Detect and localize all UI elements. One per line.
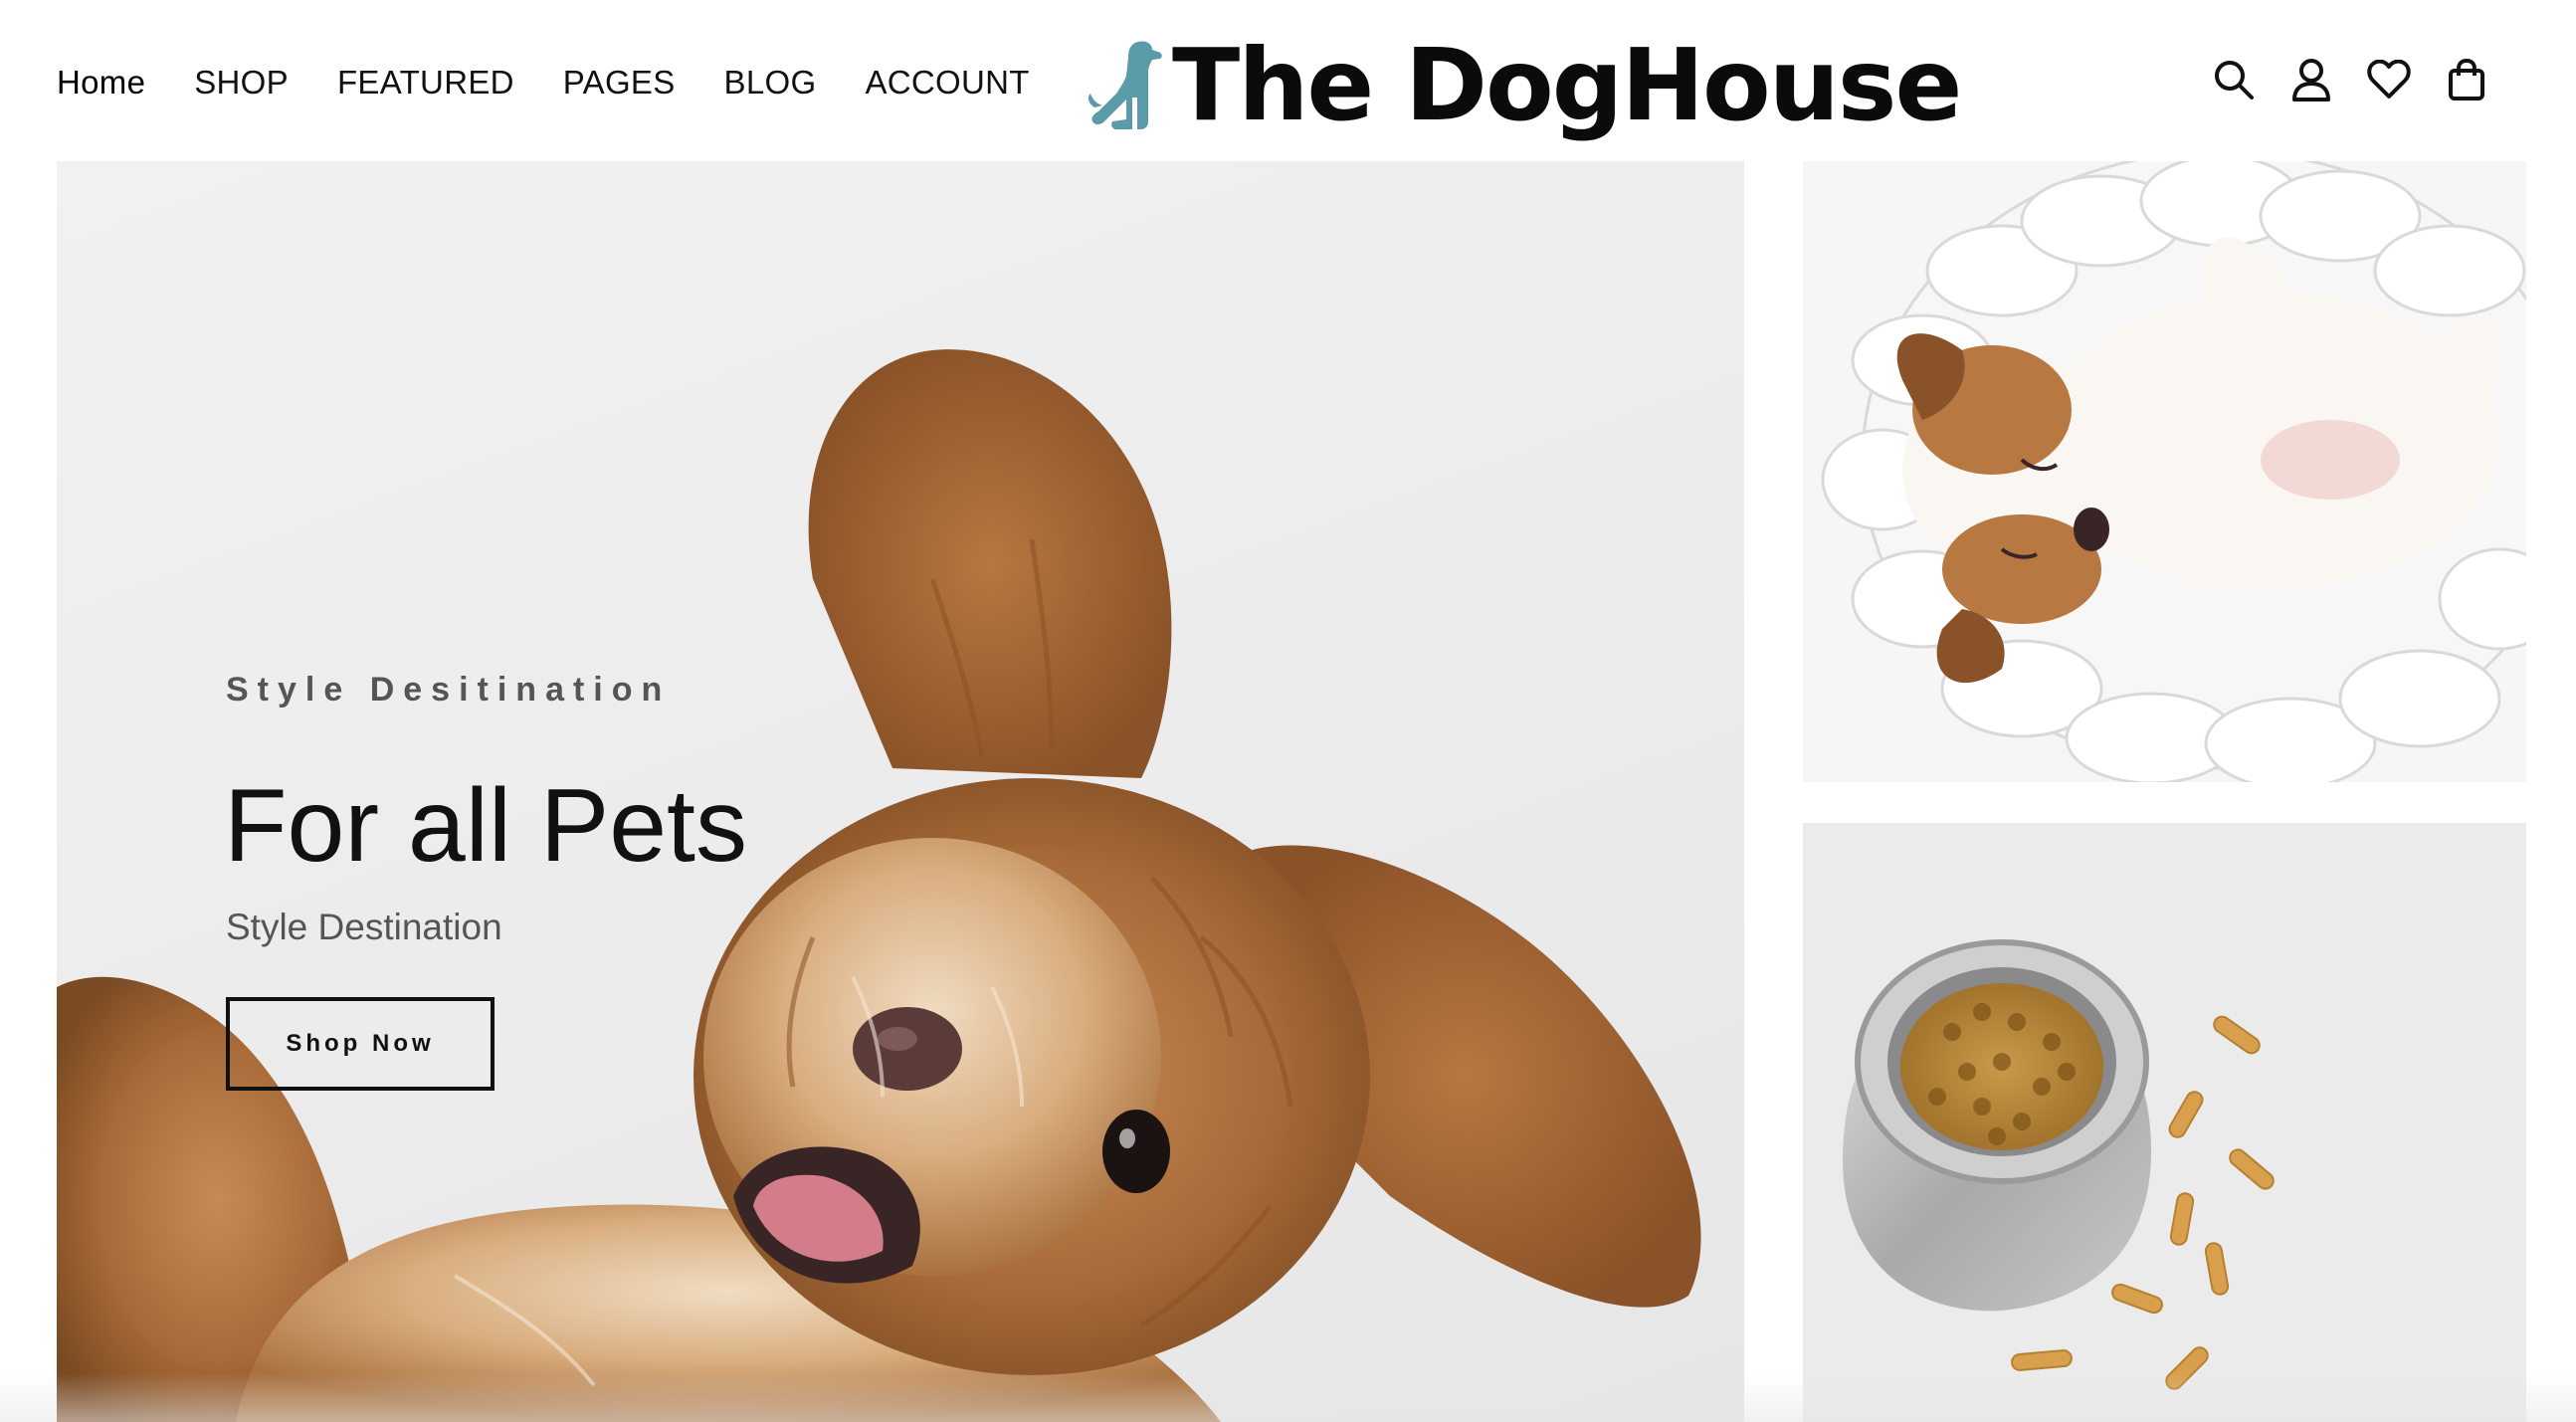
nav-item-blog[interactable]: BLOG	[724, 58, 817, 107]
brand-logo-link[interactable]: The DogHouse	[1087, 26, 1962, 145]
dog-food-bowl-with-bone-treats-image	[1843, 939, 2275, 1390]
nav-item-shop[interactable]: SHOP	[194, 58, 289, 107]
nav-item-account[interactable]: ACCOUNT	[865, 58, 1029, 107]
tile-puppy-bed[interactable]	[1803, 161, 2526, 782]
search-icon[interactable]	[2211, 57, 2257, 102]
site-header: Home SHOP FEATURED PAGES BLOG ACCOUNT Th…	[0, 0, 2576, 161]
nav-item-home[interactable]: Home	[57, 58, 145, 107]
hero-subtitle: Style Destination	[226, 907, 502, 947]
nav-item-pages[interactable]: PAGES	[563, 58, 676, 107]
hero-title: For all Pets	[224, 768, 747, 884]
user-icon[interactable]	[2288, 57, 2334, 102]
hero-eyebrow: Style Desitination	[226, 671, 672, 709]
shop-now-button[interactable]: Shop Now	[226, 997, 495, 1091]
hero-banner: Style Desitination For all Pets Style De…	[57, 161, 1744, 1422]
nav-item-featured[interactable]: FEATURED	[337, 58, 514, 107]
puppy-sleeping-in-knitted-bed-image	[1821, 161, 2526, 782]
header-actions	[2211, 52, 2489, 107]
dog-silhouette-icon	[1088, 41, 1162, 130]
shopping-bag-icon[interactable]	[2444, 57, 2489, 102]
tile-dog-food[interactable]	[1803, 823, 2526, 1422]
main-nav: Home SHOP FEATURED PAGES BLOG ACCOUNT	[57, 58, 1079, 107]
heart-icon[interactable]	[2366, 57, 2412, 102]
brand-name: The DogHouse	[1172, 27, 1962, 143]
